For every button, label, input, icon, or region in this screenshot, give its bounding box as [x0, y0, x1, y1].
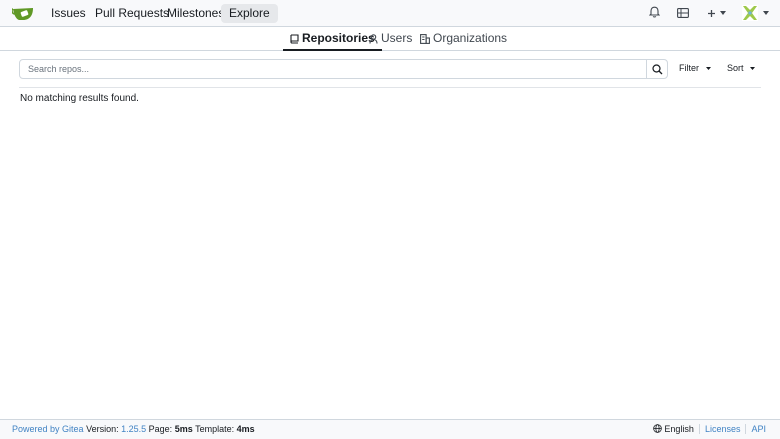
filter-label: Filter [679, 63, 699, 73]
gitea-logo[interactable] [12, 5, 34, 22]
version-label: Version: [86, 424, 119, 434]
chevron-down-icon [705, 67, 711, 70]
search-input[interactable] [20, 60, 647, 78]
globe-icon [653, 424, 662, 433]
tab-organizations[interactable]: Organizations [413, 27, 514, 51]
navbar: Issues Pull Requests Milestones Explore [0, 0, 780, 27]
search-icon [652, 64, 663, 75]
search-box [19, 59, 668, 79]
chevron-down-icon[interactable] [763, 11, 769, 15]
api-link[interactable]: API [745, 424, 780, 434]
template-time: 4ms [236, 424, 255, 434]
licenses-link[interactable]: Licenses [698, 424, 746, 434]
page-time: 5ms [174, 424, 193, 434]
template-label: Template: [195, 424, 235, 434]
tab-label: Users [381, 31, 413, 45]
nav-explore[interactable]: Explore [221, 4, 278, 23]
avatar[interactable] [742, 5, 758, 21]
sort-dropdown[interactable]: Sort [727, 63, 756, 73]
version-link[interactable]: 1.25.5 [121, 424, 146, 434]
sort-label: Sort [727, 63, 744, 73]
footer-info: Powered by Gitea Version: 1.25.5 Page: 5… [12, 424, 255, 434]
plus-icon[interactable] [707, 9, 716, 18]
bell-icon[interactable] [649, 6, 660, 18]
powered-by-link[interactable]: Powered by Gitea [12, 424, 84, 434]
organization-icon [420, 34, 430, 44]
explore-tabs: Repositories Users Organizations [0, 27, 780, 51]
filter-dropdown[interactable]: Filter [679, 63, 711, 73]
tab-users[interactable]: Users [362, 27, 419, 51]
tab-label: Organizations [433, 31, 508, 45]
search-button[interactable] [646, 60, 667, 78]
footer: Powered by Gitea Version: 1.25.5 Page: 5… [0, 419, 780, 439]
chevron-down-icon[interactable] [720, 11, 726, 15]
language-selector[interactable]: English [648, 424, 699, 434]
page-label: Page: [148, 424, 173, 434]
repo-icon [290, 34, 299, 44]
footer-links: English Licenses API [648, 424, 780, 434]
chevron-down-icon [750, 67, 756, 70]
language-label: English [664, 424, 694, 434]
empty-results-message: No matching results found. [20, 93, 139, 104]
person-icon [369, 34, 378, 44]
divider [19, 87, 761, 88]
server-icon[interactable] [677, 8, 689, 18]
